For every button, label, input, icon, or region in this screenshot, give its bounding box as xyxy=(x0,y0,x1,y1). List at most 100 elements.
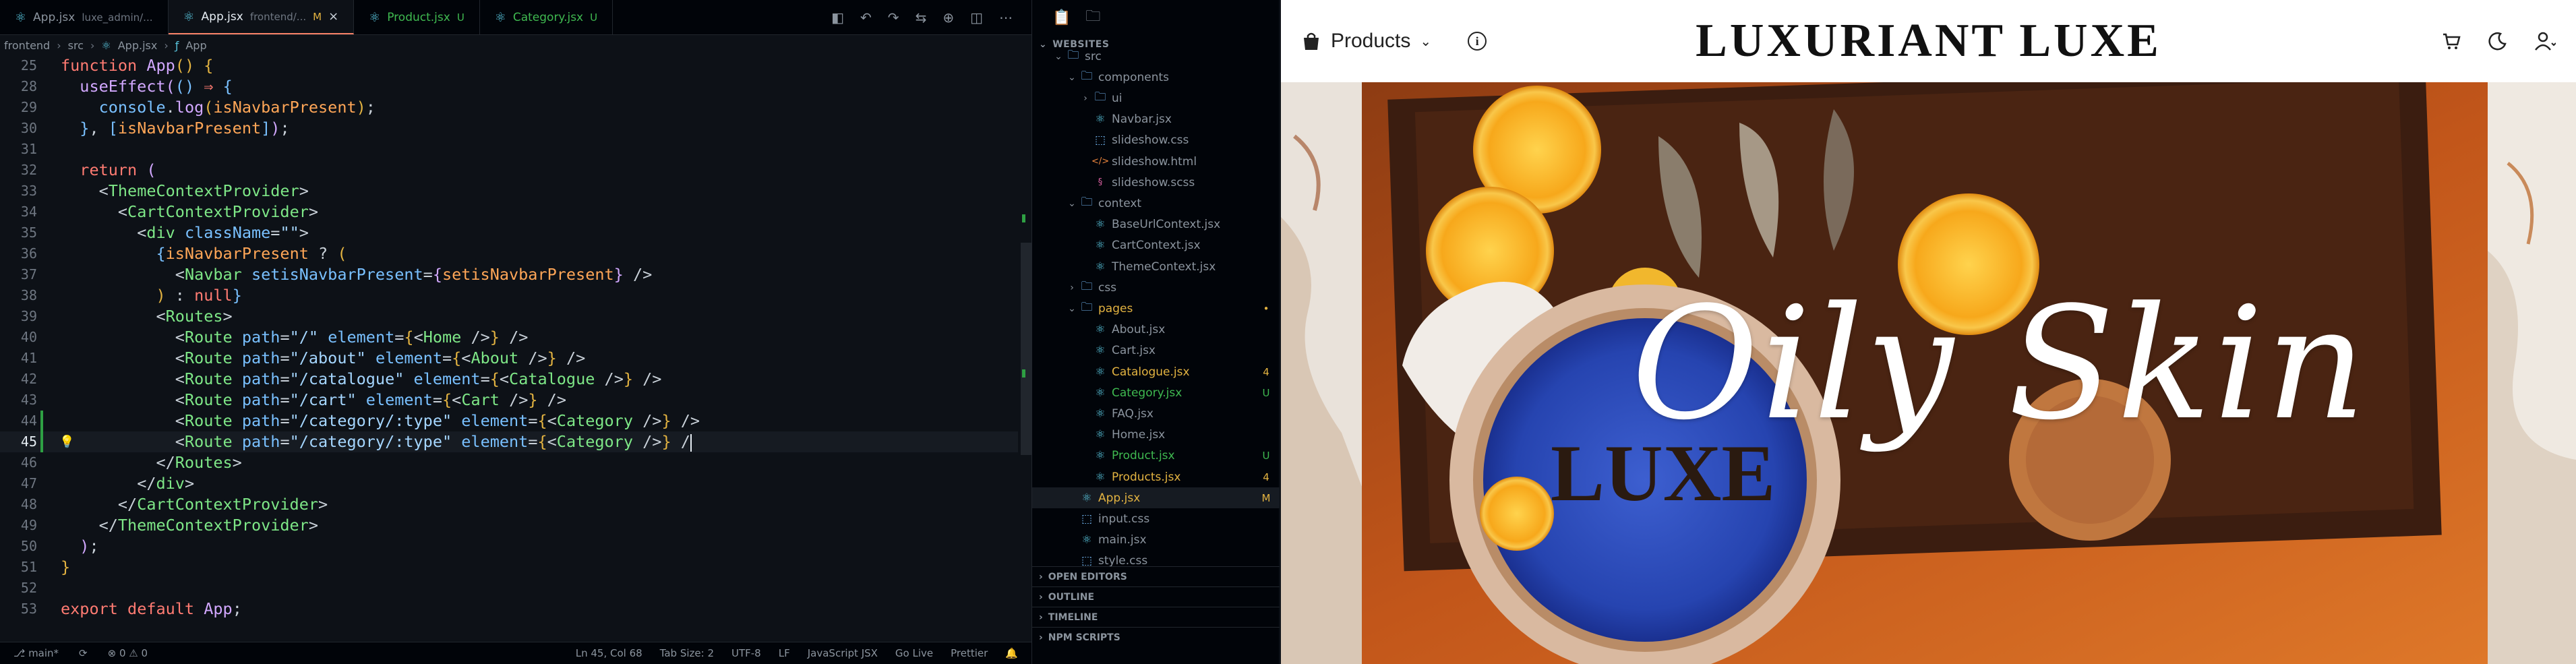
tree-file[interactable]: ⚛ FAQ.jsx xyxy=(1032,403,1280,424)
moon-icon[interactable] xyxy=(2488,32,2507,51)
code-line: 31 xyxy=(20,141,37,157)
code-line: 36 {isNavbarPresent ? ( xyxy=(20,244,347,263)
tree-file[interactable]: ⚛ BaseUrlContext.jsx xyxy=(1032,214,1280,235)
cart-icon[interactable] xyxy=(2441,31,2461,51)
breadcrumb-item[interactable]: App xyxy=(185,39,206,52)
tab-app-frontend[interactable]: ⚛ App.jsx frontend/... M × xyxy=(168,0,355,34)
git-added-marker xyxy=(40,431,43,452)
tree-folder[interactable]: › 🗀 css xyxy=(1032,277,1280,298)
compare-icon[interactable]: ⇆ xyxy=(916,9,927,26)
outline-section[interactable]: › OUTLINE xyxy=(1032,586,1280,607)
bell-icon[interactable]: 🔔 xyxy=(1005,647,1018,659)
prettier-status[interactable]: Prettier xyxy=(951,647,988,659)
products-menu[interactable]: Products xyxy=(1331,30,1410,53)
breadcrumb: frontend › src › ⚛ App.jsx › ƒ App xyxy=(0,35,1031,55)
html-file-icon: </> xyxy=(1091,156,1110,167)
editor-scroll-thumb[interactable] xyxy=(1021,243,1031,455)
react-icon: ⚛ xyxy=(494,9,506,25)
close-icon[interactable]: × xyxy=(328,9,338,24)
sync-icon[interactable]: ⟳ xyxy=(79,647,88,659)
chevron-right-icon: › xyxy=(1039,591,1043,603)
open-editors-section[interactable]: › OPEN EDITORS xyxy=(1032,566,1280,586)
explorer-toolbar: 📋 🗀 xyxy=(1032,0,1279,35)
tree-folder[interactable]: ⌄ 🗀 context xyxy=(1032,193,1280,214)
tree-file[interactable]: ⚛ Catalogue.jsx 4 xyxy=(1032,361,1280,382)
clipboard-icon[interactable]: 📋 xyxy=(1052,9,1071,26)
tree-item-label: components xyxy=(1098,70,1170,84)
code-line: 25 function App() { xyxy=(20,56,214,75)
tree-file[interactable]: ⬚ slideshow.css xyxy=(1032,130,1280,151)
open-changes-icon[interactable]: ◧ xyxy=(831,9,844,26)
tree-file[interactable]: ⚛ Home.jsx xyxy=(1032,425,1280,446)
encoding-status[interactable]: UTF-8 xyxy=(731,647,761,659)
tab-app-admin[interactable]: ⚛ App.jsx luxe_admin/... xyxy=(0,0,169,34)
go-forward-icon[interactable]: ↷ xyxy=(888,9,899,26)
tab-label: App.jsx xyxy=(33,10,76,24)
tree-file[interactable]: ⚛ App.jsx M xyxy=(1032,487,1280,509)
folder-icon[interactable]: 🗀 xyxy=(1085,5,1100,30)
section-label: TIMELINE xyxy=(1048,611,1098,623)
editor-actions: ◧ ↶ ↷ ⇆ ⊕ ◫ ⋯ xyxy=(831,0,1031,34)
info-icon[interactable]: i xyxy=(1468,32,1487,51)
npm-scripts-section[interactable]: › NPM SCRIPTS xyxy=(1032,627,1280,647)
split-editor-icon[interactable]: ◫ xyxy=(970,9,983,26)
chevron-down-icon[interactable]: ⌄ xyxy=(1420,33,1431,50)
tree-file[interactable]: ⚛ Category.jsx U xyxy=(1032,382,1280,403)
copilot-icon[interactable]: ⊕ xyxy=(942,9,954,26)
tree-file[interactable]: ⚛ Products.jsx 4 xyxy=(1032,466,1280,487)
git-branch-status[interactable]: ⎇ main* xyxy=(13,647,59,659)
code-line: 28 useEffect(() ⇒ { xyxy=(20,77,233,96)
tree-folder[interactable]: ⌄ 🗀 src xyxy=(1032,46,1280,67)
tree-item-label: App.jsx xyxy=(1098,491,1141,505)
tree-item-label: Catalogue.jsx xyxy=(1112,365,1190,379)
language-mode[interactable]: JavaScript JSX xyxy=(808,647,878,659)
code-line: 43 <Route path="/cart" element={<Cart />… xyxy=(20,390,566,409)
tab-label: App.jsx xyxy=(201,9,243,24)
chevron-right-icon: › xyxy=(90,38,95,52)
tree-file[interactable]: ⚛ ThemeContext.jsx xyxy=(1032,256,1280,277)
code-line-current: 45 💡 <Route path="/category/:type" elemen… xyxy=(0,431,1018,452)
tree-folder[interactable]: ⌄ 🗀 components xyxy=(1032,67,1280,88)
tab-category[interactable]: ⚛ Category.jsx U xyxy=(480,0,613,34)
tab-product[interactable]: ⚛ Product.jsx U xyxy=(354,0,480,34)
go-live-button[interactable]: Go Live xyxy=(895,647,933,659)
user-icon[interactable] xyxy=(2534,31,2556,51)
tree-file[interactable]: ⚛ Cart.jsx xyxy=(1032,340,1280,361)
code-area[interactable]: 25 function App() { 28 useEffect(() ⇒ { 2… xyxy=(0,55,1018,642)
tree-file[interactable]: ⚛ Product.jsx U xyxy=(1032,446,1280,466)
git-status-badge: • xyxy=(1263,302,1269,315)
problems-status[interactable]: ⊗ 0 ⚠ 0 xyxy=(108,647,148,659)
tree-file[interactable]: </> slideshow.html xyxy=(1032,151,1280,172)
go-back-icon[interactable]: ↶ xyxy=(860,9,872,26)
code-line: 32 return ( xyxy=(20,160,156,179)
breadcrumb-item[interactable]: App.jsx xyxy=(118,39,158,52)
tree-file[interactable]: ⚛ main.jsx xyxy=(1032,530,1280,551)
cursor-position[interactable]: Ln 45, Col 68 xyxy=(576,647,642,659)
code-line: 52 xyxy=(20,580,37,596)
code-line: 44 <Route path="/category/:type" element… xyxy=(20,411,700,430)
timeline-section[interactable]: › TIMELINE xyxy=(1032,607,1280,627)
tree-file[interactable]: ⚛ CartContext.jsx xyxy=(1032,235,1280,256)
indentation-status[interactable]: Tab Size: 2 xyxy=(660,647,714,659)
nav-right-group xyxy=(2441,0,2556,82)
tree-file[interactable]: § slideshow.scss xyxy=(1032,172,1280,193)
tree-item-label: Products.jsx xyxy=(1112,470,1181,484)
tree-item-label: ui xyxy=(1112,91,1122,105)
breadcrumb-item[interactable]: src xyxy=(68,39,84,52)
react-file-icon: ⚛ xyxy=(1081,491,1092,505)
tree-item-label: About.jsx xyxy=(1112,323,1166,337)
section-label: OUTLINE xyxy=(1048,591,1095,603)
tree-folder[interactable]: ⌄ 🗀 pages • xyxy=(1032,298,1280,319)
section-label: NPM SCRIPTS xyxy=(1048,632,1120,643)
tree-file[interactable]: ⚛ Navbar.jsx xyxy=(1032,109,1280,130)
tree-folder[interactable]: › 🗀 ui xyxy=(1032,88,1280,109)
code-line: 38 ) : null} xyxy=(20,286,242,305)
tree-file[interactable]: ⚛ About.jsx xyxy=(1032,320,1280,340)
tree-file[interactable]: ⬚ input.css xyxy=(1032,508,1280,529)
eol-status[interactable]: LF xyxy=(779,647,790,659)
more-actions-icon[interactable]: ⋯ xyxy=(999,9,1013,26)
breadcrumb-item[interactable]: frontend xyxy=(4,39,50,52)
minimap-change-marker xyxy=(1022,369,1025,378)
git-status-badge: 4 xyxy=(1263,365,1269,378)
chevron-right-icon: › xyxy=(1039,571,1043,582)
